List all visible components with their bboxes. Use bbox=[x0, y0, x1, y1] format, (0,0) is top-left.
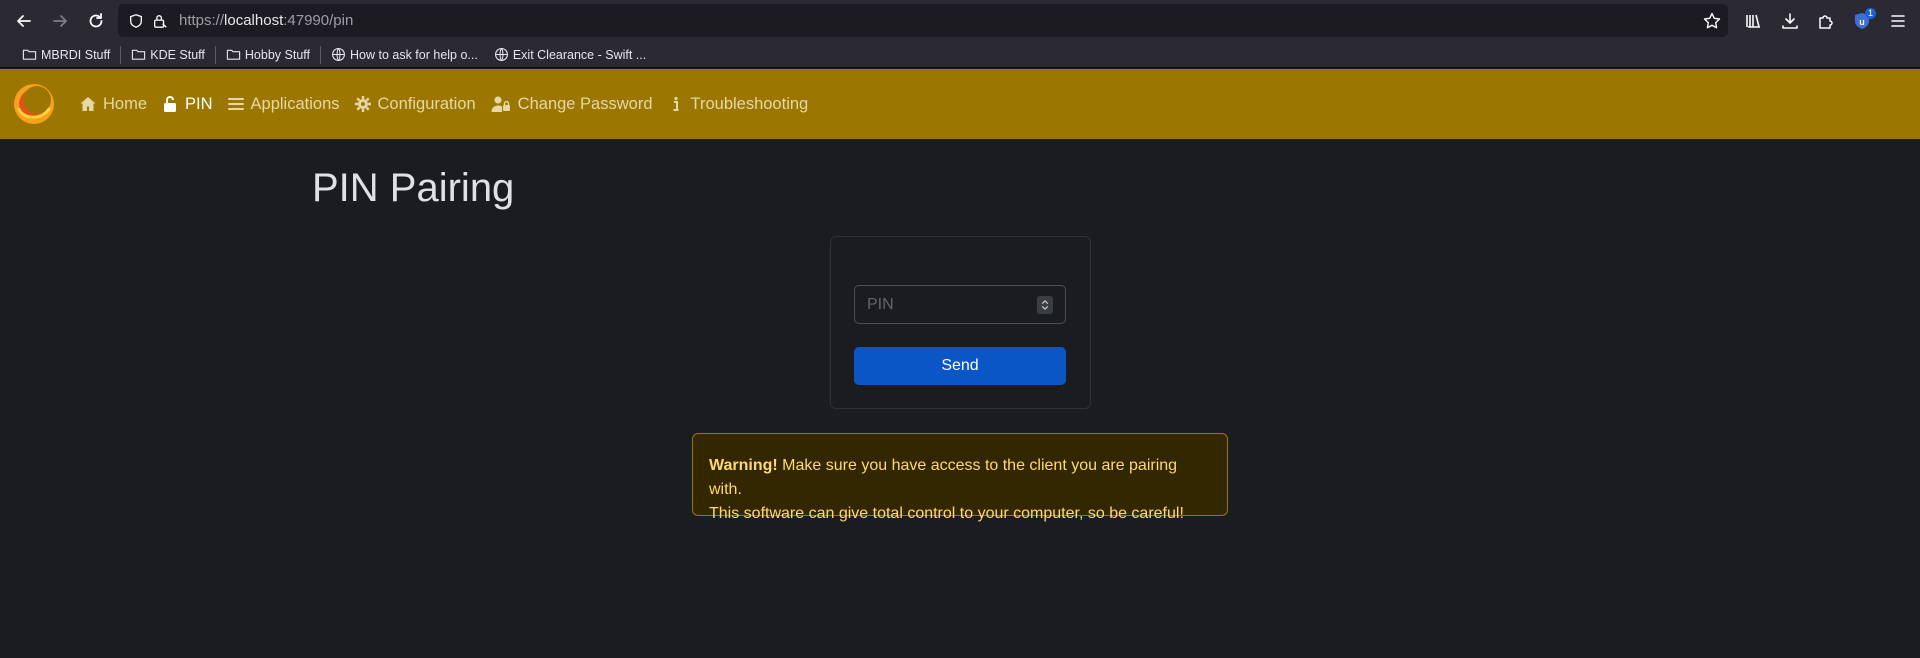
shield-icon[interactable] bbox=[127, 12, 145, 30]
app-navbar: Home PIN Applications Configuration Chan… bbox=[0, 69, 1920, 139]
hamburger-icon bbox=[1891, 15, 1905, 27]
bookmark-label: Exit Clearance - Swift ... bbox=[512, 47, 647, 62]
sunshine-logo[interactable] bbox=[11, 81, 57, 127]
menu-button[interactable] bbox=[1880, 3, 1916, 39]
warning-text-1: Make sure you have access to the client … bbox=[709, 457, 1178, 498]
globe-icon bbox=[494, 48, 508, 61]
bookmark-kde-stuff[interactable]: KDE Stuff bbox=[123, 44, 213, 66]
extension-badge: 1 bbox=[1864, 8, 1876, 19]
url-host: localhost bbox=[224, 12, 284, 29]
pin-input-wrapper[interactable] bbox=[854, 285, 1066, 324]
nav-label: Configuration bbox=[377, 94, 476, 113]
bookmark-mbrdi-stuff[interactable]: MBRDI Stuff bbox=[14, 44, 118, 66]
user-lock-icon bbox=[491, 96, 510, 112]
arrow-right-icon bbox=[53, 15, 67, 27]
url-bar[interactable]: https://localhost:47990/pin bbox=[118, 4, 1728, 37]
nav-pin[interactable]: PIN bbox=[161, 84, 213, 124]
list-icon bbox=[227, 98, 244, 110]
nav-applications[interactable]: Applications bbox=[227, 84, 340, 124]
back-button[interactable] bbox=[6, 3, 42, 39]
bookmark-separator bbox=[320, 45, 321, 64]
nav-home[interactable]: Home bbox=[79, 84, 147, 124]
info-icon bbox=[673, 96, 678, 111]
ublock-extension-button[interactable]: u 1 bbox=[1844, 3, 1880, 39]
nav-label: Home bbox=[103, 94, 148, 113]
page-title: PIN Pairing bbox=[312, 166, 515, 210]
bookmark-exit-clearance[interactable]: Exit Clearance - Swift ... bbox=[486, 44, 654, 66]
warning-line-2: This software can give total control to … bbox=[709, 505, 1184, 522]
library-button[interactable] bbox=[1736, 3, 1772, 39]
bookmark-label: How to ask for help o... bbox=[350, 47, 478, 62]
svg-text:u: u bbox=[1859, 17, 1865, 27]
bookmark-hobby-stuff[interactable]: Hobby Stuff bbox=[218, 44, 318, 66]
nav-label: Change Password bbox=[517, 94, 653, 113]
url-text[interactable]: https://localhost:47990/pin bbox=[179, 12, 353, 29]
toolbar-right: u 1 bbox=[1736, 0, 1920, 42]
home-icon bbox=[80, 97, 96, 111]
warning-line-1: Warning! Make sure you have access to th… bbox=[709, 454, 1211, 502]
nav-configuration[interactable]: Configuration bbox=[354, 84, 476, 124]
bookmark-label: Hobby Stuff bbox=[244, 47, 310, 62]
star-icon[interactable] bbox=[1702, 11, 1722, 31]
nav-label: PIN bbox=[185, 94, 213, 113]
bookmark-label: KDE Stuff bbox=[150, 47, 205, 62]
bookmark-how-to-ask[interactable]: How to ask for help o... bbox=[323, 44, 486, 66]
spinner-arrows-icon bbox=[1041, 300, 1049, 310]
arrow-left-icon bbox=[17, 15, 31, 27]
download-icon bbox=[1782, 13, 1798, 29]
folder-icon bbox=[22, 49, 37, 60]
nav-label: Troubleshooting bbox=[690, 94, 809, 113]
pin-input[interactable] bbox=[855, 286, 1025, 323]
bookmarks-bar: MBRDI Stuff KDE Stuff Hobby Stuff How to… bbox=[0, 42, 1920, 68]
bookmark-label: MBRDI Stuff bbox=[41, 47, 111, 62]
warning-alert: Warning! Make sure you have access to th… bbox=[692, 433, 1228, 522]
forward-button[interactable] bbox=[42, 3, 78, 39]
reload-icon bbox=[89, 13, 103, 28]
puzzle-icon bbox=[1819, 15, 1833, 29]
pin-form-card: Send bbox=[830, 236, 1091, 409]
extensions-button[interactable] bbox=[1808, 3, 1844, 39]
url-scheme: https:// bbox=[179, 12, 225, 29]
lock-icon[interactable] bbox=[151, 12, 169, 30]
unlock-icon bbox=[164, 96, 177, 112]
bookmark-separator bbox=[120, 45, 122, 64]
library-icon bbox=[1746, 14, 1760, 28]
warning-label: Warning! bbox=[709, 457, 778, 474]
globe-icon bbox=[332, 48, 345, 61]
bookmark-separator bbox=[214, 45, 216, 64]
url-path: :47990/pin bbox=[283, 12, 354, 29]
send-button[interactable]: Send bbox=[854, 347, 1066, 385]
reload-button[interactable] bbox=[78, 3, 114, 39]
folder-icon bbox=[132, 49, 146, 60]
nav-troubleshooting[interactable]: Troubleshooting bbox=[667, 84, 809, 124]
nav-change-password[interactable]: Change Password bbox=[490, 84, 653, 124]
folder-icon bbox=[226, 49, 241, 60]
number-spinner[interactable] bbox=[1037, 296, 1053, 314]
nav-label: Applications bbox=[250, 94, 340, 113]
gear-icon bbox=[354, 96, 371, 112]
downloads-button[interactable] bbox=[1772, 3, 1808, 39]
browser-toolbar: https://localhost:47990/pin u 1 bbox=[0, 0, 1920, 42]
